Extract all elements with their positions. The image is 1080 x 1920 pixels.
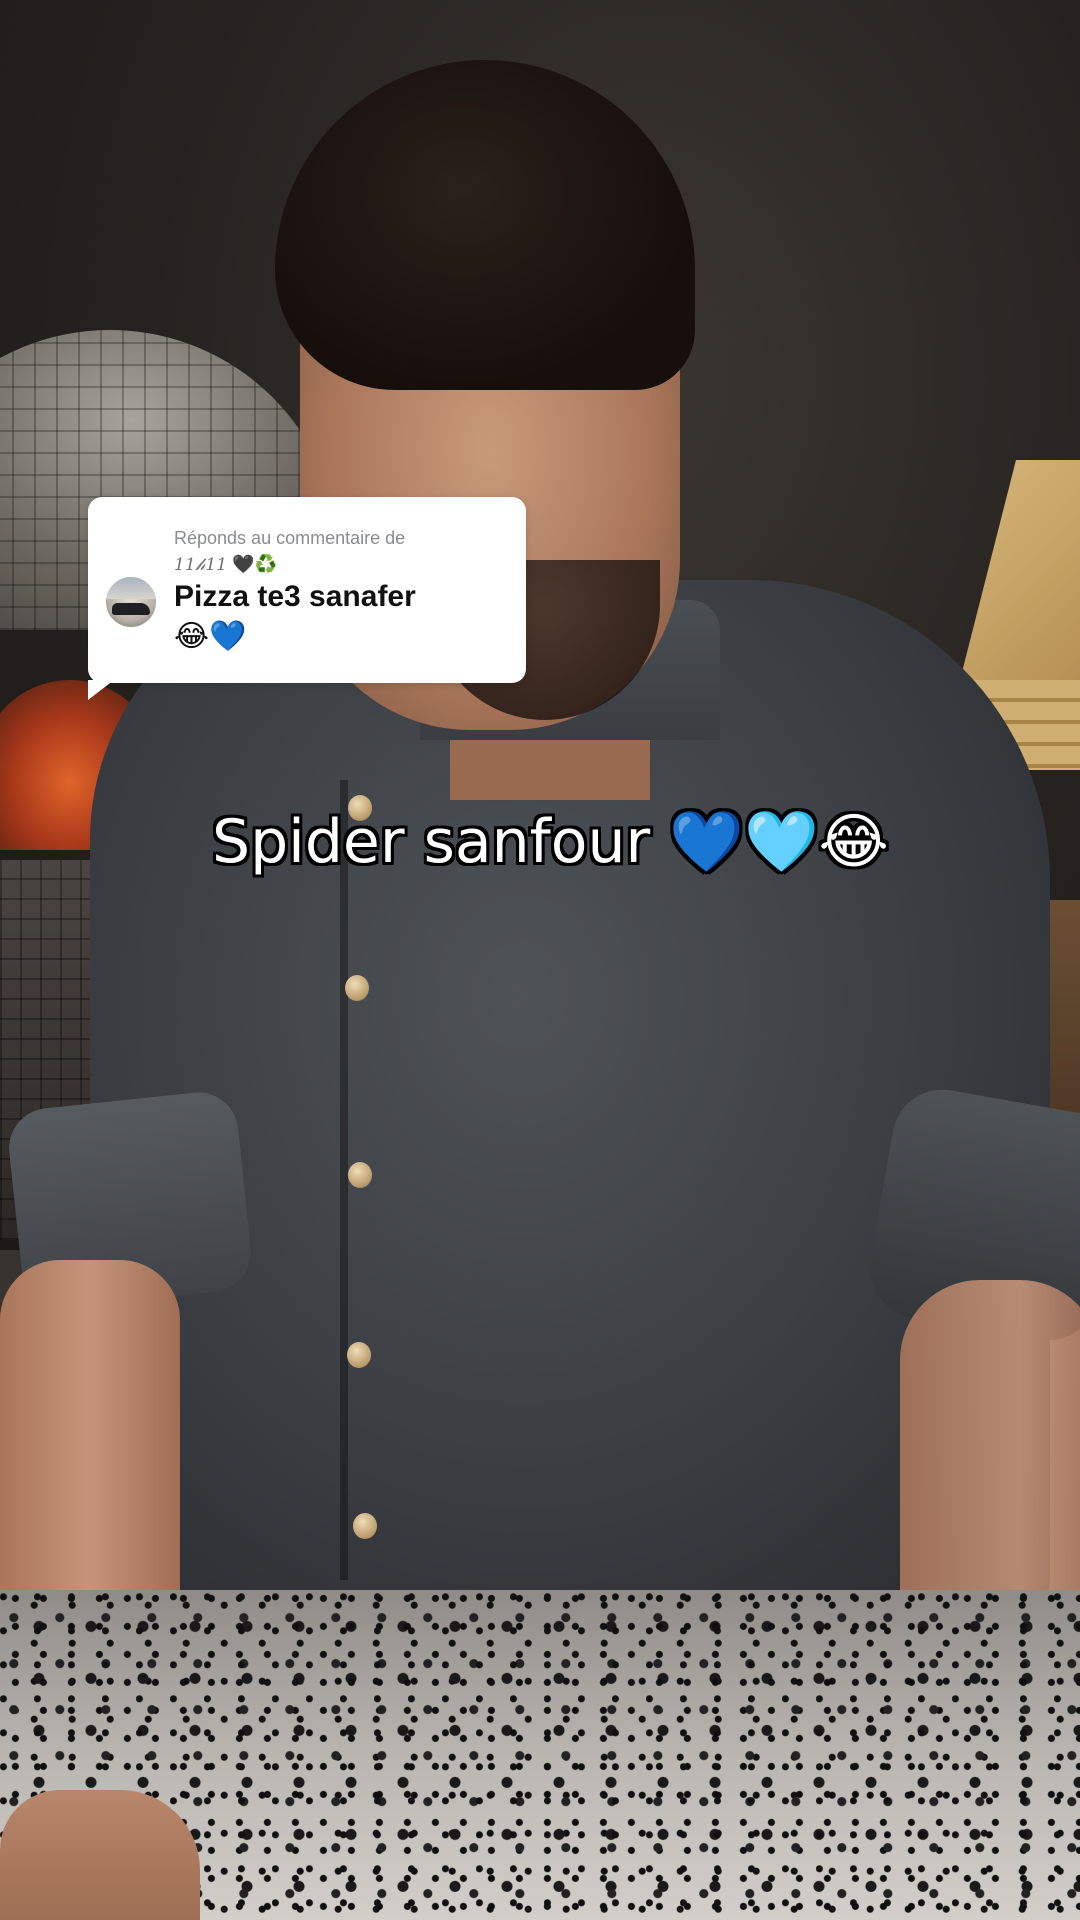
left-hand (0, 1790, 200, 1920)
avatar-sky (106, 577, 156, 599)
reply-header: Réponds au commentaire de 11𝒽11 🖤♻️ (174, 525, 504, 578)
reply-comment: Pizza te3 sanafer 😂💙 (174, 577, 514, 657)
video-caption: Spider sanfour 💙🩵😂 (212, 800, 992, 884)
jacket-placket (340, 780, 348, 1580)
reply-comment-emojis: 😂💙 (174, 619, 247, 654)
jacket-button (345, 975, 369, 1001)
avatar[interactable] (106, 577, 156, 627)
caption-text: Spider sanfour (212, 807, 651, 877)
reply-sticker-tail (88, 680, 114, 700)
comment-reply-sticker[interactable]: Réponds au commentaire de 11𝒽11 🖤♻️ Pizz… (88, 497, 526, 683)
jacket-button (347, 1342, 371, 1368)
caption-emojis: 💙🩵😂 (669, 807, 889, 877)
jacket-button (348, 1162, 372, 1188)
reply-header-prefix: Réponds au commentaire de (174, 528, 406, 548)
jacket-button (353, 1513, 377, 1539)
avatar-car (112, 603, 150, 615)
video-frame[interactable]: Réponds au commentaire de 11𝒽11 🖤♻️ Pizz… (0, 0, 1080, 1920)
reply-username-emojis: 🖤♻️ (232, 554, 277, 575)
reply-comment-text: Pizza te3 sanafer (174, 580, 416, 613)
reply-username: 11𝒽11 (174, 555, 228, 575)
